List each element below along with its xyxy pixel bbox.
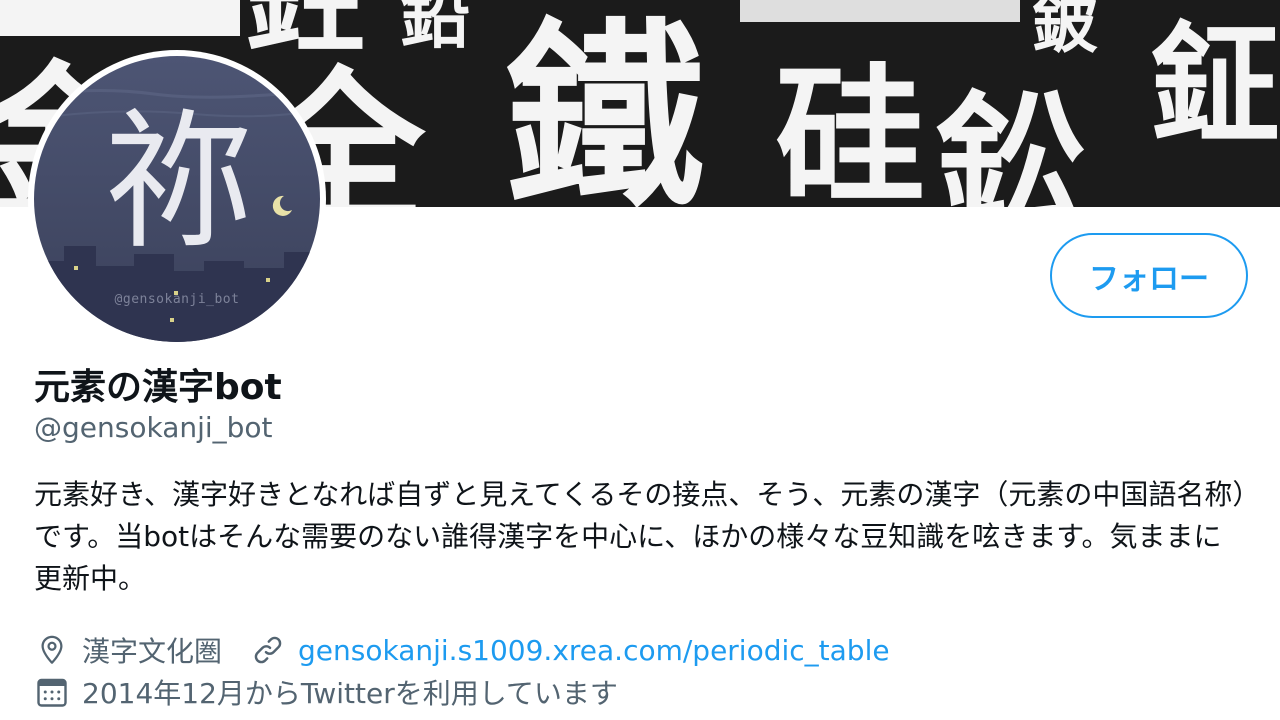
profile-page: 全 鐵 硅 鈆 鉦 鈹 鉛 鉒 金 祢 @gensokanji (0, 0, 1280, 720)
calendar-icon (34, 674, 70, 710)
link-icon (250, 632, 286, 668)
avatar-watermark: @gensokanji_bot (114, 292, 240, 307)
avatar[interactable]: 祢 @gensokanji_bot (28, 50, 326, 348)
profile-meta-location-link: 漢字文化圏 gensokanji.s1009.xrea.com/periodic… (34, 630, 890, 670)
joined-date-text: 2014年12月からTwitterを利用しています (82, 677, 618, 710)
user-handle: @gensokanji_bot (34, 411, 273, 444)
avatar-kanji: 祢 (103, 96, 254, 270)
avatar-image: 祢 @gensokanji_bot (34, 56, 320, 342)
profile-meta-joined: 2014年12月からTwitterを利用しています (34, 672, 618, 712)
location-text: 漢字文化圏 (82, 635, 223, 668)
follow-button[interactable]: フォロー (1050, 233, 1248, 318)
website-link[interactable]: gensokanji.s1009.xrea.com/periodic_table (298, 634, 890, 667)
profile-bio: 元素好き、漢字好きとなれば自ずと見えてくるその接点、そう、元素の漢字（元素の中国… (34, 478, 1247, 595)
display-name: 元素の漢字bot (34, 367, 282, 408)
location-pin-icon (34, 632, 70, 668)
